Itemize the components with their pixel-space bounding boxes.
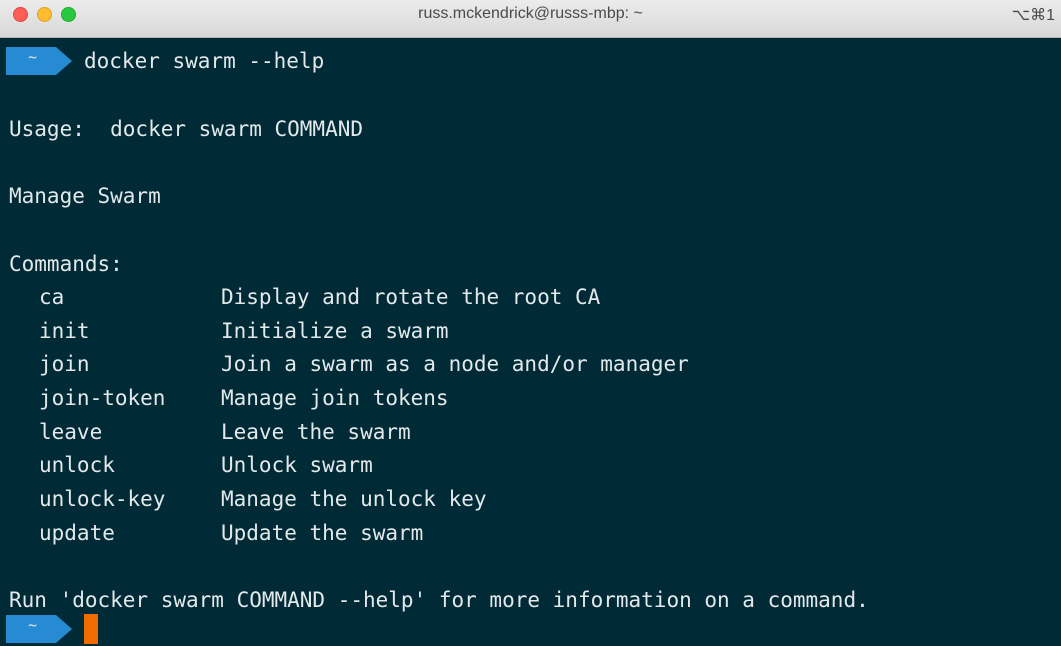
command-description: Join a swarm as a node and/or manager bbox=[221, 352, 689, 376]
command-description: Manage the unlock key bbox=[221, 487, 487, 511]
command-name: join bbox=[39, 352, 90, 376]
command-name: leave bbox=[39, 420, 103, 444]
command-name: unlock-key bbox=[39, 487, 166, 511]
command-row: join Join a swarm as a node and/or manage… bbox=[39, 350, 689, 378]
command-name: unlock bbox=[39, 453, 115, 477]
terminal-window: russ.mckendrick@russs-mbp: ~ ⌥⌘1 ~ docke… bbox=[0, 0, 1061, 646]
tab-shortcut: ⌥⌘1 bbox=[1011, 7, 1055, 24]
prompt-directory: ~ bbox=[28, 616, 38, 634]
text-cursor[interactable] bbox=[84, 614, 98, 644]
terminal-output[interactable]: ~ docker swarm --help Usage: docker swar… bbox=[0, 38, 1061, 646]
commands-header: Commands: bbox=[9, 252, 123, 276]
command-row: update Update the swarm bbox=[39, 519, 423, 547]
prompt-directory: ~ bbox=[28, 48, 38, 66]
usage-line: Usage: docker swarm COMMAND bbox=[9, 117, 364, 141]
command-row: join-token Manage join tokens bbox=[39, 384, 449, 412]
command-row: unlock Unlock swarm bbox=[39, 451, 373, 479]
command-name: join-token bbox=[39, 386, 166, 410]
window-title: russ.mckendrick@russs-mbp: ~ bbox=[418, 5, 643, 22]
command-row: unlock-key Manage the unlock key bbox=[39, 485, 487, 513]
command-description: Update the swarm bbox=[221, 521, 424, 545]
command-description: Initialize a swarm bbox=[221, 319, 449, 343]
command-description: Leave the swarm bbox=[221, 420, 411, 444]
command-row: init Initialize a swarm bbox=[39, 317, 449, 345]
title-bar[interactable]: russ.mckendrick@russs-mbp: ~ ⌥⌘1 bbox=[0, 0, 1061, 38]
prompt-segment: ~ bbox=[6, 47, 72, 75]
footer-line: Run 'docker swarm COMMAND --help' for mo… bbox=[9, 588, 869, 612]
command-name: update bbox=[39, 521, 115, 545]
command-row: ca Display and rotate the root CA bbox=[39, 283, 600, 311]
command-description: Display and rotate the root CA bbox=[221, 285, 601, 309]
command-row: leave Leave the swarm bbox=[39, 418, 411, 446]
command-description: Unlock swarm bbox=[221, 453, 373, 477]
command-name: init bbox=[39, 319, 90, 343]
description-line: Manage Swarm bbox=[9, 184, 161, 208]
typed-command: docker swarm --help bbox=[84, 49, 325, 73]
prompt-segment: ~ bbox=[6, 615, 72, 643]
command-description: Manage join tokens bbox=[221, 386, 449, 410]
command-name: ca bbox=[39, 285, 65, 309]
